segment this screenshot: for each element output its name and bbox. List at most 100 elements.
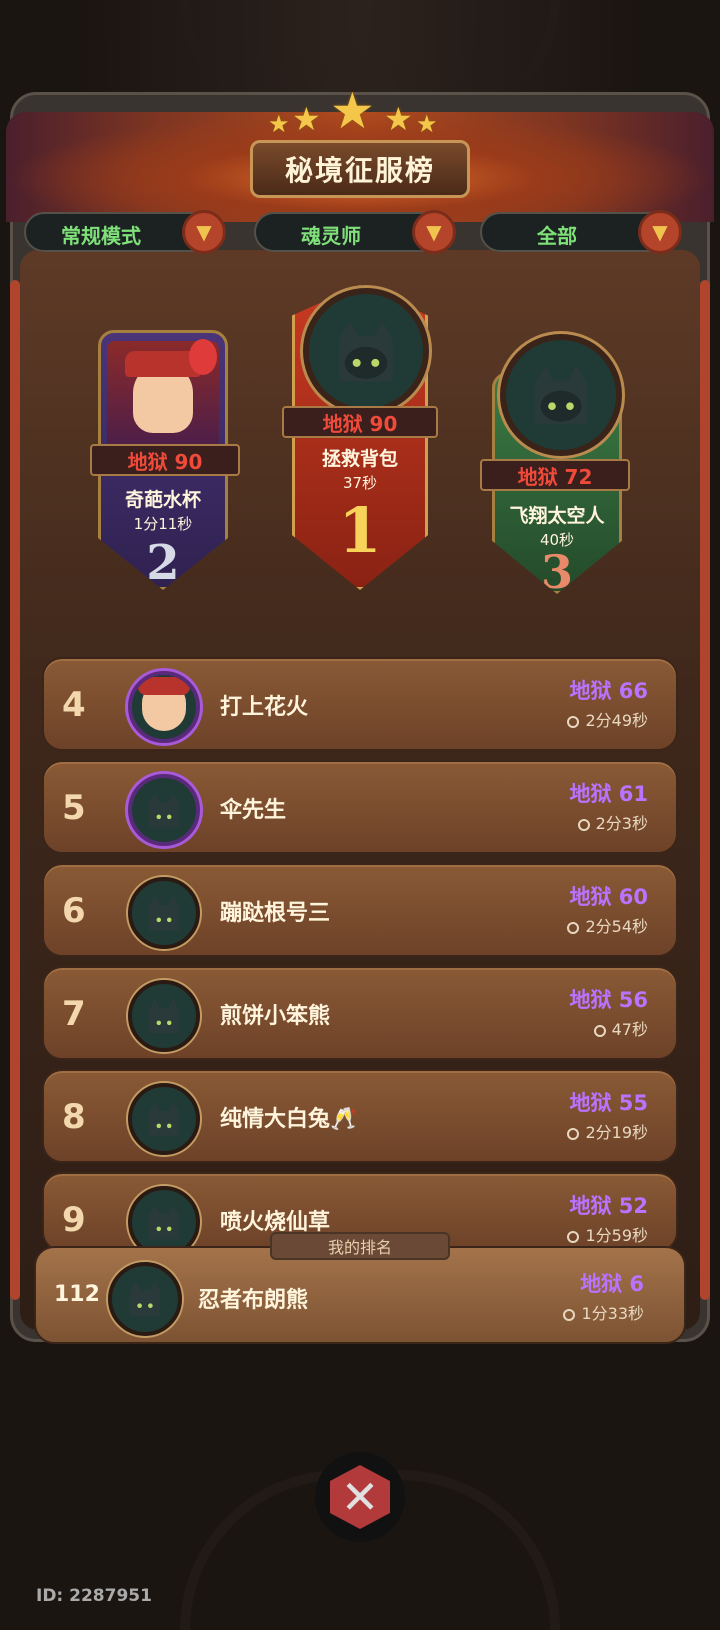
rank-number: 5 (62, 788, 86, 828)
rank-number: 8 (62, 1097, 86, 1137)
star-icon: ★ (416, 110, 438, 138)
podium-first-level: 地狱 90 (282, 406, 438, 438)
cat-ninja-art (149, 1101, 179, 1136)
level-text: 地狱 60 (569, 885, 648, 909)
close-button[interactable]: ✕ (315, 1452, 405, 1542)
chevron-down-icon[interactable]: ▼ (638, 210, 682, 254)
time-value: 2分3秒 (595, 814, 648, 833)
clock-icon (567, 922, 580, 934)
level-text: 地狱 61 (569, 782, 648, 806)
star-icon: ★ (268, 110, 290, 138)
cat-ninja-art (129, 1280, 161, 1317)
clock-icon (593, 1025, 606, 1037)
list-item[interactable]: 7 煎饼小笨熊 地狱 56 47秒 (42, 966, 678, 1060)
time-value: 1分59秒 (585, 1226, 648, 1245)
avatar (128, 671, 200, 743)
level-text: 地狱 90 (127, 449, 203, 474)
my-player-name: 忍者布朗熊 (198, 1288, 309, 1313)
my-rank-tab-label: 我的排名 (327, 1238, 392, 1257)
right-rail (700, 280, 710, 1300)
time-text: 2分3秒 (577, 810, 648, 834)
rank-number: 6 (62, 891, 86, 931)
cat-ninja-art (149, 895, 179, 930)
scope-filter-label: 全部 (537, 224, 577, 248)
cat-ninja-art (535, 364, 587, 424)
star-icon: ★ (384, 100, 413, 138)
avatar (303, 288, 429, 414)
clock-icon (563, 1309, 576, 1321)
close-icon: ✕ (330, 1465, 390, 1529)
level-text: 地狱 55 (569, 1091, 648, 1115)
list-item[interactable]: 4 打上花火 地狱 66 2分49秒 (42, 657, 678, 751)
mode-filter[interactable]: 常规模式 ▼ (24, 210, 226, 254)
cat-ninja-art (149, 792, 179, 827)
podium-first-time: 37秒 (342, 474, 378, 492)
rank-number: 4 (62, 685, 86, 725)
avatar (107, 339, 219, 451)
podium-third-level: 地狱 72 (480, 459, 630, 491)
player-name: 打上花火 (220, 695, 309, 720)
list-item[interactable]: 6 蹦跶根号三 地狱 60 2分54秒 (42, 863, 678, 957)
clock-icon (567, 1128, 580, 1140)
time-value: 1分33秒 (581, 1304, 644, 1323)
star-icon: ★ (292, 100, 321, 138)
time-text: 2分19秒 (567, 1119, 648, 1143)
time-text: 2分49秒 (567, 707, 648, 731)
time-value: 2分19秒 (585, 1123, 648, 1142)
avatar (128, 1083, 200, 1155)
level-text: 地狱 90 (322, 411, 398, 436)
class-filter[interactable]: 魂灵师 ▼ (254, 210, 456, 254)
page-title-text: 秘境征服榜 (284, 154, 435, 187)
page-title: 秘境征服榜 (250, 140, 470, 198)
left-rail (10, 280, 20, 1300)
level-text: 地狱 52 (569, 1194, 648, 1218)
player-name: 煎饼小笨熊 (220, 1004, 331, 1029)
my-level-text: 地狱 6 (580, 1272, 644, 1296)
my-rank-row[interactable]: 112 忍者布朗熊 地狱 6 1分33秒 (34, 1246, 686, 1344)
my-time-text: 1分33秒 (563, 1300, 644, 1324)
avatar (108, 1262, 182, 1336)
list-item[interactable]: 8 纯情大白兔🥂 地狱 55 2分19秒 (42, 1069, 678, 1163)
avatar (128, 877, 200, 949)
title-stars: ★ ★ ★ ★ ★ (268, 82, 448, 140)
player-name: 伞先生 (220, 798, 287, 823)
star-icon: ★ (330, 82, 375, 140)
player-name: 蹦跶根号三 (220, 901, 331, 926)
podium-second-time: 1分11秒 (133, 515, 193, 533)
chevron-down-icon[interactable]: ▼ (412, 210, 456, 254)
chevron-down-icon[interactable]: ▼ (182, 210, 226, 254)
list-item[interactable]: 5 伞先生 地狱 61 2分3秒 (42, 760, 678, 854)
clock-icon (567, 1231, 580, 1243)
time-value: 2分49秒 (585, 711, 648, 730)
cat-ninja-art (149, 998, 179, 1033)
podium-third-name: 飞翔太空人 (509, 505, 605, 527)
my-rank-tab: 我的排名 (270, 1232, 450, 1260)
my-rank-number: 112 (54, 1282, 100, 1307)
time-value: 47秒 (611, 1020, 648, 1039)
podium-second-level: 地狱 90 (90, 444, 240, 476)
time-text: 2分54秒 (567, 913, 648, 937)
cat-ninja-art (339, 319, 393, 382)
level-text: 地狱 56 (569, 988, 648, 1012)
podium-first-name: 拯救背包 (321, 448, 398, 470)
class-filter-label: 魂灵师 (301, 224, 361, 248)
mode-filter-label: 常规模式 (61, 224, 141, 248)
rank-number: 9 (62, 1200, 86, 1240)
podium-second-name: 奇葩水杯 (124, 489, 201, 511)
time-value: 2分54秒 (585, 917, 648, 936)
time-text: 1分59秒 (567, 1222, 648, 1246)
clock-icon (577, 819, 590, 831)
time-text: 47秒 (593, 1016, 648, 1040)
level-text: 地狱 72 (517, 464, 593, 489)
clock-icon (567, 716, 580, 728)
user-id: ID: 2287951 (36, 1586, 152, 1606)
player-name: 纯情大白兔🥂 (220, 1107, 358, 1132)
avatar (128, 774, 200, 846)
cat-ninja-art (149, 1204, 179, 1239)
avatar (500, 334, 622, 456)
avatar (128, 980, 200, 1052)
balloon-art (189, 339, 217, 375)
level-text: 地狱 66 (569, 679, 648, 703)
scope-filter[interactable]: 全部 ▼ (480, 210, 682, 254)
rank-number: 7 (62, 994, 86, 1034)
